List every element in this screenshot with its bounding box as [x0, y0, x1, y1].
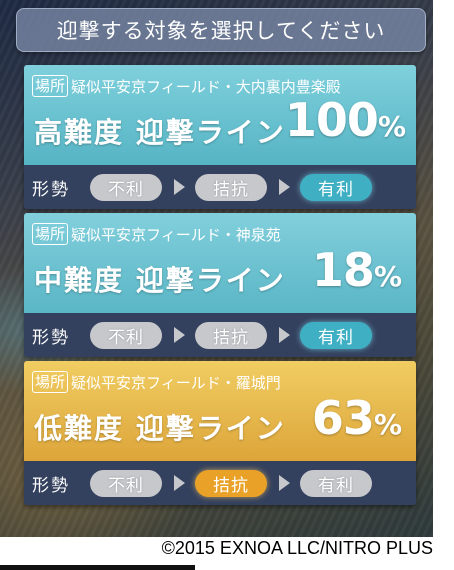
arrow-right-icon	[174, 475, 185, 491]
situation-option-label: 拮抗	[213, 179, 249, 200]
difficulty-line-label: 中難度 迎撃ライン	[34, 264, 286, 297]
target-card-mid[interactable]: 場所 疑似平安京フィールド・神泉苑 中難度 迎撃ライン 18% 形勢 不利 拮抗…	[24, 213, 416, 357]
percent-value: 100	[284, 93, 379, 147]
difficulty-line-label: 低難度 迎撃ライン	[34, 412, 286, 445]
bottom-bar	[0, 565, 195, 570]
situation-option-label: 不利	[108, 475, 144, 496]
situation-even: 拮抗	[195, 321, 267, 349]
map-background: 迎撃する対象を選択してください 場所 疑似平安京フィールド・大内裏内豊楽殿 高難…	[0, 0, 433, 537]
percent-symbol: %	[373, 408, 402, 441]
arrow-right-icon	[174, 327, 185, 343]
situation-advantage: 有利	[300, 173, 372, 201]
arrow-right-icon	[174, 179, 185, 195]
copyright-text: ©2015 EXNOA LLC/NITRO PLUS	[161, 538, 433, 558]
situation-advantage: 有利	[300, 321, 372, 349]
situation-label: 形勢	[32, 475, 70, 496]
percent-value: 63	[311, 391, 375, 445]
target-card-high[interactable]: 場所 疑似平安京フィールド・大内裏内豊楽殿 高難度 迎撃ライン 100% 形勢 …	[24, 65, 416, 209]
location-name: 疑似平安京フィールド・神泉苑	[71, 225, 281, 244]
situation-option-label: 有利	[318, 179, 354, 200]
progress-percent: 18%	[312, 243, 402, 297]
situation-option-label: 有利	[318, 475, 354, 496]
situation-option-label: 有利	[318, 327, 354, 348]
situation-option-label: 不利	[108, 179, 144, 200]
situation-even: 拮抗	[195, 173, 267, 201]
arrow-right-icon	[279, 179, 290, 195]
situation-row: 形勢 不利 拮抗 有利	[24, 461, 416, 505]
card-header: 場所 疑似平安京フィールド・神泉苑 中難度 迎撃ライン 18%	[24, 213, 416, 313]
progress-percent: 63%	[312, 391, 402, 445]
difficulty-line-label: 高難度 迎撃ライン	[34, 116, 286, 149]
target-card-low[interactable]: 場所 疑似平安京フィールド・羅城門 低難度 迎撃ライン 63% 形勢 不利 拮抗…	[24, 361, 416, 505]
percent-symbol: %	[377, 110, 406, 143]
situation-row: 形勢 不利 拮抗 有利	[24, 313, 416, 357]
card-header: 場所 疑似平安京フィールド・大内裏内豊楽殿 高難度 迎撃ライン 100%	[24, 65, 416, 165]
situation-disadvantage: 不利	[90, 173, 162, 201]
location-tag: 場所	[32, 371, 69, 393]
situation-option-label: 不利	[108, 327, 144, 348]
situation-label: 形勢	[32, 327, 70, 348]
location-tag: 場所	[32, 223, 69, 245]
arrow-right-icon	[279, 475, 290, 491]
location-row: 場所 疑似平安京フィールド・羅城門	[32, 371, 281, 393]
instruction-banner: 迎撃する対象を選択してください	[16, 8, 426, 52]
progress-percent: 100%	[285, 93, 406, 147]
situation-row: 形勢 不利 拮抗 有利	[24, 165, 416, 209]
location-row: 場所 疑似平安京フィールド・神泉苑	[32, 223, 281, 245]
situation-option-label: 拮抗	[213, 327, 249, 348]
situation-even: 拮抗	[195, 469, 267, 497]
situation-advantage: 有利	[300, 469, 372, 497]
situation-disadvantage: 不利	[90, 321, 162, 349]
situation-label: 形勢	[32, 179, 70, 200]
situation-option-label: 拮抗	[213, 475, 249, 496]
card-header: 場所 疑似平安京フィールド・羅城門 低難度 迎撃ライン 63%	[24, 361, 416, 461]
percent-value: 18	[311, 243, 375, 297]
situation-disadvantage: 不利	[90, 469, 162, 497]
location-name: 疑似平安京フィールド・羅城門	[71, 373, 281, 392]
percent-symbol: %	[373, 260, 402, 293]
arrow-right-icon	[279, 327, 290, 343]
location-tag: 場所	[32, 75, 69, 97]
instruction-text: 迎撃する対象を選択してください	[56, 19, 386, 43]
